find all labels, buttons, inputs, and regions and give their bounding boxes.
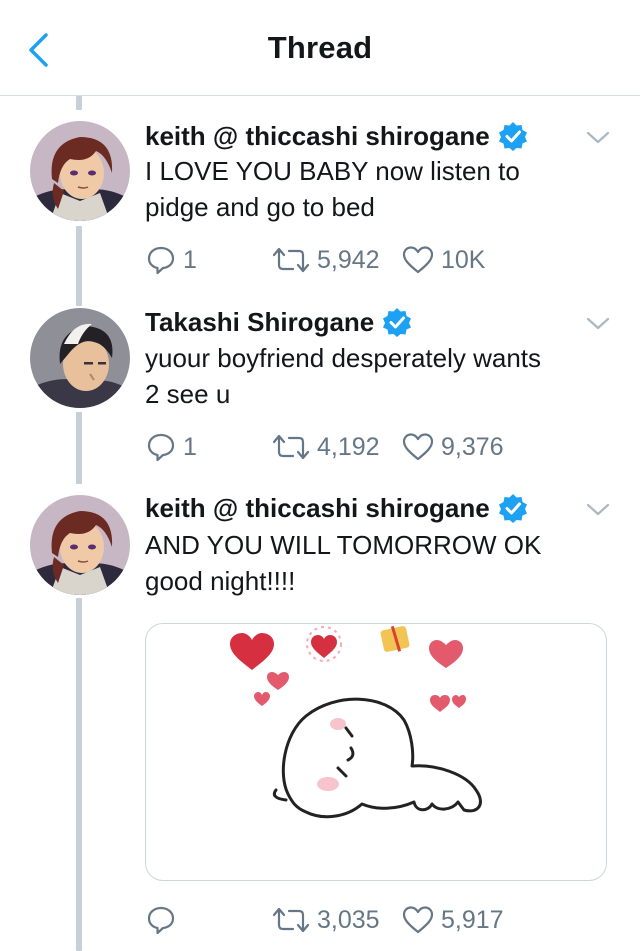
tweet[interactable]: keith @ thiccashi shirogane AND YOU WILL…: [0, 490, 640, 951]
tweet-media[interactable]: [145, 623, 607, 881]
reply-count: 1: [183, 245, 197, 274]
reply-icon: [147, 906, 175, 935]
retweet-button[interactable]: 3,035: [271, 902, 380, 938]
reply-button[interactable]: 1: [145, 429, 197, 465]
chevron-down-icon[interactable]: [584, 128, 612, 148]
retweet-icon: [272, 907, 310, 933]
keith-avatar-image: [30, 121, 130, 221]
tweet-author[interactable]: Takashi Shirogane: [145, 304, 412, 340]
chevron-down-icon[interactable]: [584, 500, 612, 520]
tweet-text-line: 2 see u: [145, 379, 231, 409]
tweet-text-line: good night!!!!: [145, 566, 296, 596]
tweet-author[interactable]: keith @ thiccashi shirogane: [145, 118, 528, 154]
reply-count: 1: [183, 432, 197, 461]
tweet-actions: 3,035 5,917: [145, 902, 615, 938]
tweet-actions: 1 5,942 10K: [145, 242, 615, 278]
verified-badge-icon: [498, 494, 527, 523]
avatar[interactable]: [30, 308, 130, 408]
reply-icon: [147, 246, 175, 275]
tweet-actions: 1 4,192 9,376: [145, 429, 615, 465]
tweet-text-line: I LOVE YOU BABY now listen to: [145, 156, 520, 186]
tweet-text: AND YOU WILL TOMORROW OK good night!!!!: [145, 527, 615, 599]
chevron-down-icon[interactable]: [584, 314, 612, 334]
like-button[interactable]: 10K: [401, 242, 485, 278]
retweet-icon: [272, 247, 310, 273]
shiro-avatar-image: [30, 308, 130, 408]
display-name[interactable]: keith @ thiccashi shirogane: [145, 493, 490, 524]
verified-badge-icon: [383, 308, 412, 337]
avatar[interactable]: [30, 495, 130, 595]
heart-icon: [402, 246, 434, 274]
tweet-text: I LOVE YOU BABY now listen to pidge and …: [145, 153, 615, 225]
like-button[interactable]: 5,917: [401, 902, 504, 938]
like-count: 9,376: [441, 432, 504, 461]
verified-badge-icon: [498, 122, 527, 151]
heart-icon: [402, 433, 434, 461]
heart-icon: [402, 906, 434, 934]
retweet-button[interactable]: 5,942: [271, 242, 380, 278]
thread-line-top: [76, 96, 82, 110]
retweet-icon: [272, 434, 310, 460]
like-count: 5,917: [441, 905, 504, 934]
page-title: Thread: [267, 30, 373, 65]
tweet-text-line: yuour boyfriend desperately wants: [145, 343, 542, 373]
display-name[interactable]: keith @ thiccashi shirogane: [145, 121, 490, 152]
tweet-text: yuour boyfriend desperately wants 2 see …: [145, 340, 615, 412]
retweet-count: 3,035: [317, 905, 380, 934]
tweet-text-line: pidge and go to bed: [145, 192, 375, 222]
thread-header: Thread: [0, 0, 640, 96]
retweet-count: 4,192: [317, 432, 380, 461]
tweet-text-line: AND YOU WILL TOMORROW OK: [145, 530, 542, 560]
tweet[interactable]: keith @ thiccashi shirogane I LOVE YOU B…: [0, 118, 640, 288]
avatar[interactable]: [30, 121, 130, 221]
reply-button[interactable]: 1: [145, 242, 197, 278]
keith-avatar-image: [30, 495, 130, 595]
tweet-author[interactable]: keith @ thiccashi shirogane: [145, 490, 528, 526]
like-count: 10K: [441, 245, 486, 274]
reply-icon: [147, 433, 175, 462]
like-button[interactable]: 9,376: [401, 429, 504, 465]
display-name[interactable]: Takashi Shirogane: [145, 307, 374, 338]
tweet[interactable]: Takashi Shirogane yuour boyfriend desper…: [0, 304, 640, 474]
reply-button[interactable]: [145, 902, 183, 938]
sticker-image: [230, 625, 482, 819]
retweet-count: 5,942: [317, 245, 380, 274]
retweet-button[interactable]: 4,192: [271, 429, 380, 465]
